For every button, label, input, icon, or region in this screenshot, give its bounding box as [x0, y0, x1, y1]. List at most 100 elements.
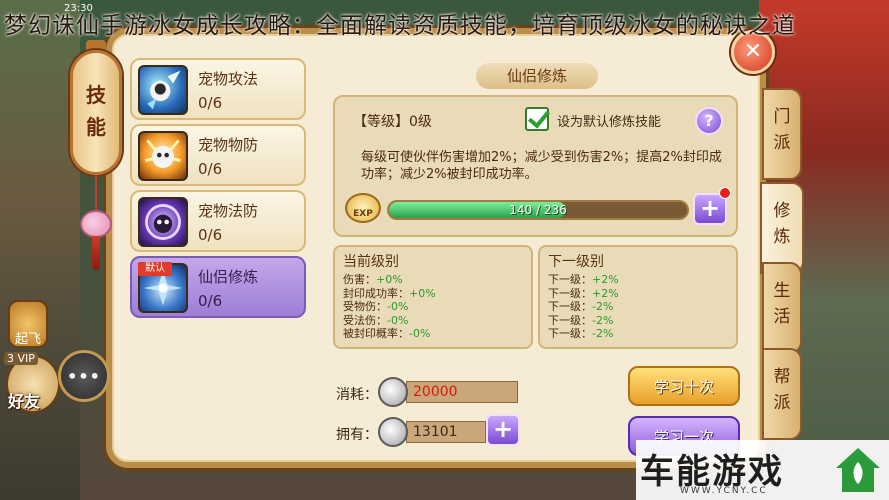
learn-ten-button[interactable]: 学习十次: [628, 366, 740, 406]
attr-row: 下一级：+2%: [548, 273, 619, 287]
skill-list: 宠物攻法 0/6 宠物物防 0/6 宠物法防 0/6 默认 仙侣修炼 0/6: [130, 58, 308, 322]
attr-value: -0%: [409, 327, 431, 340]
plus-icon: +: [492, 415, 514, 443]
attr-value: +0%: [409, 286, 436, 300]
site-watermark: 车能游戏 WWW.YCNY.CC: [636, 440, 889, 500]
level-description: 每级可使伙伴伤害增加2%；减少受到伤害2%；提高2%封印成功率；减少2%被封印成…: [361, 150, 722, 182]
skill-progress: 0/6: [198, 94, 223, 112]
skill-progress: 0/6: [198, 160, 223, 178]
fly-button[interactable]: 起飞: [8, 300, 48, 348]
default-skill-checkbox[interactable]: [525, 107, 549, 131]
fly-label: 起飞: [14, 332, 41, 347]
chat-bubble-icon: •••: [67, 367, 101, 386]
current-level-title: 当前级别: [343, 254, 399, 270]
panel-title: 仙侣修炼: [476, 63, 598, 89]
watermark-url: WWW.YCNY.CC: [680, 486, 768, 496]
exp-badge: EXP: [345, 193, 381, 223]
silver-coin-icon: [378, 417, 408, 447]
skill-lantern: 技 能: [66, 40, 130, 270]
attr-row: 下一级：-2%: [548, 300, 619, 314]
tab-sect[interactable]: 门派: [762, 88, 802, 180]
attr-value: +2%: [592, 286, 619, 300]
attr-row: 受物伤：-0%: [343, 300, 436, 314]
attr-value: -2%: [592, 313, 614, 327]
tab-char: 帮: [773, 367, 791, 387]
level-label: 【等级】0级: [353, 114, 432, 130]
attr-label: 下一级：: [548, 300, 592, 313]
chat-button[interactable]: •••: [58, 350, 110, 402]
next-level-panel: 下一级别 下一级：+2% 下一级：+2% 下一级：-2% 下一级：-2% 下一级：-2%: [538, 245, 738, 349]
close-icon: ✕: [743, 39, 763, 64]
default-tag: 默认: [138, 262, 172, 276]
tab-char: 炼: [773, 227, 791, 247]
house-logo-icon: [836, 448, 880, 492]
attr-label: 下一级：: [548, 327, 592, 340]
tassel-ornament: [80, 210, 112, 238]
skill-name: 仙侣修炼: [198, 268, 259, 286]
tab-guild[interactable]: 帮派: [762, 348, 802, 440]
question-icon: ?: [704, 111, 714, 130]
attr-value: -0%: [387, 300, 409, 313]
cost-value: 20000: [406, 381, 518, 403]
attr-label: 受物伤：: [343, 300, 387, 313]
skill-progress: 0/6: [198, 292, 223, 310]
skill-name: 宠物攻法: [198, 70, 259, 88]
lantern-char: 能: [86, 115, 106, 139]
skill-progress: 0/6: [198, 226, 223, 244]
default-skill-label: 设为默认修炼技能: [557, 115, 662, 130]
lantern-label: 技 能: [73, 79, 119, 143]
silver-coin-icon: [378, 377, 408, 407]
exp-progress-bar: 140 / 236: [387, 200, 689, 220]
pet-magic-defense-icon: [138, 197, 188, 247]
current-level-rows: 伤害：+0% 封印成功率：+0% 受物伤：-0% 受法伤：-0% 被封印概率：-0%: [343, 273, 436, 341]
skill-item-partner-cultivation[interactable]: 默认 仙侣修炼 0/6: [130, 256, 306, 318]
next-level-rows: 下一级：+2% 下一级：+2% 下一级：-2% 下一级：-2% 下一级：-2%: [548, 273, 619, 341]
attr-row: 封印成功率：+0%: [343, 287, 436, 301]
skill-item-pet-attack[interactable]: 宠物攻法 0/6: [130, 58, 306, 120]
tassel: [92, 236, 100, 270]
tab-char: 活: [773, 307, 791, 327]
tab-life[interactable]: 生活: [762, 262, 802, 354]
lantern-char: 技: [86, 83, 106, 107]
level-section: 【等级】0级 设为默认修炼技能 ? 每级可使伙伴伤害增加2%；减少受到伤害2%；…: [333, 95, 738, 237]
buy-silver-button[interactable]: +: [486, 414, 520, 446]
attr-label: 封印成功率：: [343, 286, 409, 300]
tab-char: 派: [773, 133, 791, 153]
skill-item-pet-defense[interactable]: 宠物物防 0/6: [130, 124, 306, 186]
plus-icon: +: [699, 194, 721, 222]
owned-value: 13101: [406, 421, 486, 443]
skill-name: 宠物物防: [198, 136, 259, 154]
notification-dot: [719, 187, 731, 199]
current-level-panel: 当前级别 伤害：+0% 封印成功率：+0% 受物伤：-0% 受法伤：-0% 被封印概率：…: [333, 245, 533, 349]
help-button[interactable]: ?: [695, 107, 723, 135]
owned-label: 拥有：: [336, 427, 378, 443]
cost-label: 消耗：: [336, 387, 378, 403]
skill-item-pet-magic-defense[interactable]: 宠物法防 0/6: [130, 190, 306, 252]
attr-label: 下一级：: [548, 286, 592, 300]
article-title: 梦幻诛仙手游冰女成长攻略：全面解读资质技能，培育顶级冰女的秘诀之道: [4, 13, 796, 39]
vip-badge: 3 VIP: [4, 352, 38, 365]
attr-value: -0%: [387, 313, 409, 327]
attr-label: 下一级：: [548, 273, 592, 286]
attr-label: 被封印概率：: [343, 327, 409, 340]
skill-name: 宠物法防: [198, 202, 259, 220]
attr-value: +2%: [592, 273, 619, 286]
next-level-title: 下一级别: [548, 254, 604, 270]
attr-value: -2%: [592, 300, 614, 313]
tab-char: 修: [773, 201, 791, 221]
tab-char: 生: [773, 281, 791, 301]
pet-defense-icon: [138, 131, 188, 181]
attr-row: 被封印概率：-0%: [343, 327, 436, 341]
attr-label: 下一级：: [548, 313, 592, 327]
tab-char: 门: [773, 107, 791, 127]
tab-cultivation[interactable]: 修炼: [760, 182, 804, 274]
attr-row: 下一级：+2%: [548, 287, 619, 301]
attr-row: 下一级：-2%: [548, 314, 619, 328]
tab-char: 派: [773, 393, 791, 413]
lantern-body: 技 能: [70, 50, 122, 175]
attr-row: 伤害：+0%: [343, 273, 436, 287]
attr-label: 受法伤：: [343, 313, 387, 327]
friend-label: 好友: [8, 392, 41, 411]
pet-attack-icon: [138, 65, 188, 115]
attr-value: +0%: [376, 273, 403, 286]
